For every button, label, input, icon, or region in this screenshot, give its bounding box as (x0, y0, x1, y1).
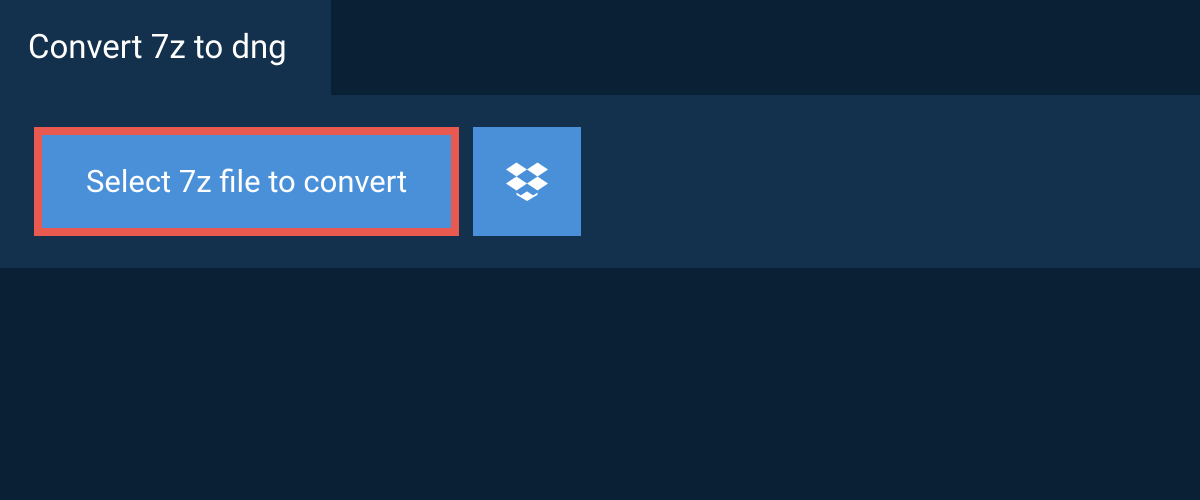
tab-title: Convert 7z to dng (28, 28, 287, 67)
tab-convert[interactable]: Convert 7z to dng (0, 0, 331, 95)
select-file-label: Select 7z file to convert (86, 163, 407, 200)
upload-panel: Select 7z file to convert (0, 95, 1200, 268)
dropbox-icon (506, 159, 548, 204)
dropbox-button[interactable] (473, 127, 581, 236)
select-file-button[interactable]: Select 7z file to convert (34, 127, 459, 236)
